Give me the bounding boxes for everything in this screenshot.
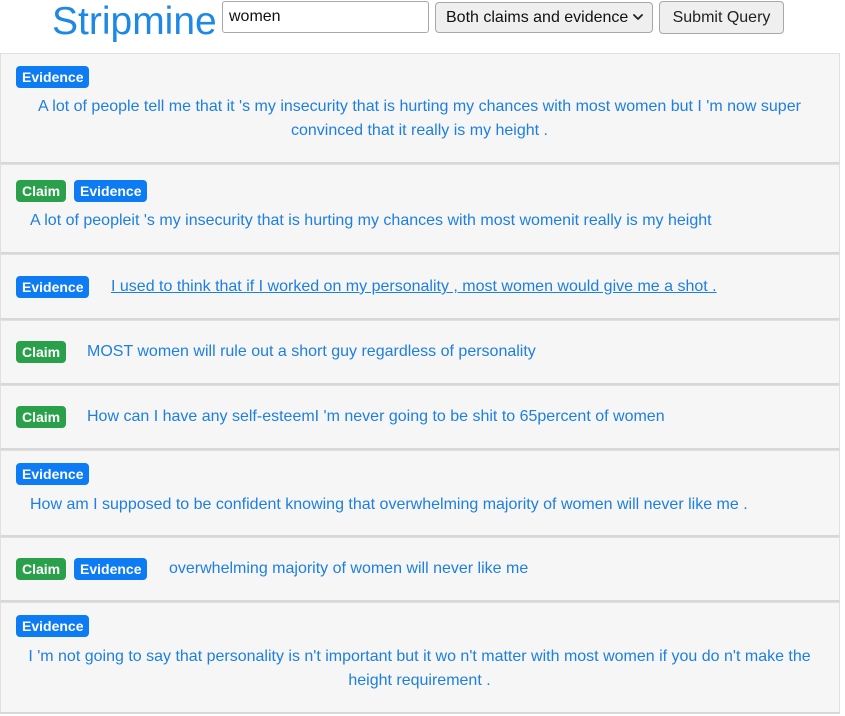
result-card: Claim MOST women will rule out a short g…	[0, 320, 840, 385]
search-input[interactable]	[222, 1, 429, 33]
result-text[interactable]: I 'm not going to say that personality i…	[21, 645, 818, 693]
evidence-badge: Evidence	[16, 66, 90, 88]
header: Stripmine Both claims and evidence Submi…	[0, 0, 845, 53]
filter-select[interactable]: Both claims and evidence	[435, 2, 653, 33]
result-card: Evidence I 'm not going to say that pers…	[0, 602, 840, 714]
claim-badge: Claim	[16, 406, 67, 428]
app-logo[interactable]: Stripmine	[52, 0, 217, 44]
result-text[interactable]: A lot of peopleit 's my insecurity that …	[30, 209, 820, 233]
chevron-down-icon	[633, 14, 643, 20]
evidence-badge: Evidence	[16, 276, 90, 298]
claim-badge: Claim	[16, 558, 67, 580]
claim-badge: Claim	[16, 180, 67, 202]
result-card: Evidence I used to think that if I worke…	[0, 254, 840, 320]
filter-selected-value: Both claims and evidence	[446, 8, 629, 26]
result-card: Claim Evidence overwhelming majority of …	[0, 537, 840, 602]
evidence-badge: Evidence	[74, 558, 148, 580]
result-text[interactable]: How am I supposed to be confident knowin…	[30, 493, 820, 517]
claim-badge: Claim	[16, 341, 67, 363]
result-text[interactable]: MOST women will rule out a short guy reg…	[87, 340, 827, 364]
submit-query-button[interactable]: Submit Query	[659, 1, 784, 34]
result-card: Claim How can I have any self-esteemI 'm…	[0, 385, 840, 450]
evidence-badge: Evidence	[74, 180, 148, 202]
result-card: Evidence How am I supposed to be confide…	[0, 450, 840, 537]
result-text[interactable]: overwhelming majority of women will neve…	[169, 557, 819, 581]
result-card: Claim Evidence A lot of peopleit 's my i…	[0, 164, 840, 254]
evidence-badge: Evidence	[16, 463, 90, 485]
result-text[interactable]: How can I have any self-esteemI 'm never…	[87, 405, 827, 429]
result-text[interactable]: I used to think that if I worked on my p…	[111, 275, 826, 299]
evidence-badge: Evidence	[16, 615, 90, 637]
result-text[interactable]: A lot of people tell me that it 's my in…	[21, 95, 818, 143]
result-card: Evidence A lot of people tell me that it…	[0, 53, 840, 164]
